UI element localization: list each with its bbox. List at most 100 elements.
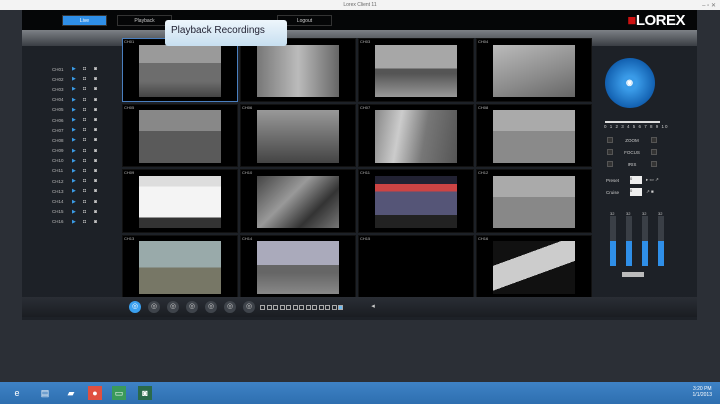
layout-icon[interactable] — [305, 305, 311, 310]
image-adjust-slider[interactable] — [658, 216, 664, 266]
iris-open-button[interactable] — [651, 161, 657, 167]
image-adjust-slider[interactable] — [610, 216, 616, 266]
volume-icon[interactable]: ◂ — [367, 301, 379, 313]
ie-icon[interactable]: e — [10, 386, 24, 400]
camera-tile[interactable]: CH15 — [358, 234, 474, 298]
record-icon[interactable]: ◘ — [83, 168, 94, 174]
play-icon[interactable]: ▶ — [72, 66, 83, 72]
camera-tile[interactable]: CH16 — [476, 234, 592, 298]
channel-list-item[interactable]: CH16 ▶ ◘ ◙ — [52, 217, 105, 227]
play-icon[interactable]: ▶ — [72, 127, 83, 133]
camera-tile[interactable]: CH01 — [122, 38, 238, 102]
record-icon[interactable]: ◘ — [83, 86, 94, 92]
snapshot-icon[interactable]: ◙ — [94, 117, 105, 123]
camera-tile[interactable]: CH09 — [122, 169, 238, 233]
snapshot-icon[interactable]: ◙ — [94, 107, 105, 113]
ptz-center-icon[interactable]: ◉ — [626, 78, 633, 87]
preset-input[interactable]: 0 — [630, 176, 642, 184]
app-icon[interactable]: ▭ — [112, 386, 126, 400]
record-icon[interactable]: ◘ — [83, 188, 94, 194]
layout-icon[interactable] — [331, 305, 337, 310]
camera-tile[interactable]: CH11 — [358, 169, 474, 233]
record-icon[interactable]: ◘ — [83, 137, 94, 143]
play-icon[interactable]: ▶ — [72, 199, 83, 205]
record-icon[interactable]: ◘ — [83, 199, 94, 205]
store-icon[interactable]: ▰ — [64, 386, 78, 400]
play-icon[interactable]: ▶ — [72, 158, 83, 164]
play-icon[interactable]: ▶ — [72, 117, 83, 123]
play-icon[interactable]: ▶ — [72, 86, 83, 92]
layout-icon[interactable] — [338, 305, 343, 310]
image-adjust-slider[interactable] — [626, 216, 632, 266]
play-icon[interactable]: ▶ — [72, 148, 83, 154]
snapshot-icon[interactable]: ◙ — [94, 209, 105, 215]
snapshot-icon[interactable]: ◙ — [94, 86, 105, 92]
channel-list-item[interactable]: CH06 ▶ ◘ ◙ — [52, 115, 105, 125]
camera-tile[interactable]: CH12 — [476, 169, 592, 233]
camera-tile[interactable]: CH08 — [476, 103, 592, 167]
zoom-out-button[interactable] — [607, 137, 613, 143]
record-icon[interactable]: ◘ — [83, 219, 94, 225]
sequence-icon[interactable]: ◎ — [186, 301, 198, 313]
channel-list-item[interactable]: CH01 ▶ ◘ ◙ — [52, 64, 105, 74]
record-all-icon[interactable]: ◎ — [148, 301, 160, 313]
record-icon[interactable]: ◘ — [83, 127, 94, 133]
layout-icon[interactable] — [286, 305, 291, 310]
cruise-input[interactable]: 0 — [630, 188, 642, 196]
channel-list-item[interactable]: CH12 ▶ ◘ ◙ — [52, 176, 105, 186]
channel-list-item[interactable]: CH13 ▶ ◘ ◙ — [52, 186, 105, 196]
snapshot-icon[interactable]: ◙ — [94, 199, 105, 205]
channel-list-item[interactable]: CH07 ▶ ◘ ◙ — [52, 125, 105, 135]
record-icon[interactable]: ◘ — [83, 148, 94, 154]
play-icon[interactable]: ▶ — [72, 209, 83, 215]
snapshot-icon[interactable]: ◙ — [94, 76, 105, 82]
lorex-client-taskbar-icon[interactable]: ◙ — [138, 386, 152, 400]
snapshot-icon[interactable]: ◙ — [94, 97, 105, 103]
channel-list-item[interactable]: CH15 ▶ ◘ ◙ — [52, 207, 105, 217]
layout-icon[interactable] — [318, 305, 324, 310]
play-icon[interactable]: ▶ — [72, 168, 83, 174]
snapshot-icon[interactable]: ◙ — [94, 219, 105, 225]
record-icon[interactable]: ◘ — [83, 209, 94, 215]
camera-tile[interactable]: CH13 — [122, 234, 238, 298]
snapshot-icon[interactable]: ◙ — [94, 158, 105, 164]
layout-icon[interactable] — [325, 305, 330, 310]
snapshot-icon[interactable]: ◙ — [94, 137, 105, 143]
channel-list-item[interactable]: CH05 ▶ ◘ ◙ — [52, 105, 105, 115]
channel-list-item[interactable]: CH03 ▶ ◘ ◙ — [52, 84, 105, 94]
snapshot-icon[interactable]: ◎ — [205, 301, 217, 313]
play-icon[interactable]: ▶ — [72, 178, 83, 184]
snapshot-icon[interactable]: ◙ — [94, 127, 105, 133]
zoom-icon[interactable]: ◎ — [224, 301, 236, 313]
zoom-in-button[interactable] — [651, 137, 657, 143]
channel-list-item[interactable]: CH02 ▶ ◘ ◙ — [52, 74, 105, 84]
ptz-speed-slider[interactable] — [605, 121, 660, 123]
channel-list-item[interactable]: CH09 ▶ ◘ ◙ — [52, 146, 105, 156]
app-icon[interactable]: ● — [88, 386, 102, 400]
play-icon[interactable]: ▶ — [72, 188, 83, 194]
play-icon[interactable]: ▶ — [72, 107, 83, 113]
file-explorer-icon[interactable]: ▤ — [38, 386, 52, 400]
layout-icon[interactable] — [266, 305, 272, 310]
layout-icon[interactable] — [279, 305, 285, 310]
default-button[interactable] — [622, 272, 644, 277]
camera-tile[interactable]: CH14 — [240, 234, 356, 298]
clock[interactable]: 3:20 PM 1/1/2013 — [693, 386, 712, 398]
tab-live[interactable]: Live — [62, 15, 107, 26]
snapshot-icon[interactable]: ◙ — [94, 178, 105, 184]
play-icon[interactable]: ▶ — [72, 76, 83, 82]
play-icon[interactable]: ▶ — [72, 137, 83, 143]
record-icon[interactable]: ◘ — [83, 97, 94, 103]
camera-tile[interactable]: CH07 — [358, 103, 474, 167]
camera-tile[interactable]: CH03 — [358, 38, 474, 102]
layout-icon[interactable] — [299, 305, 304, 310]
channel-list-item[interactable]: CH04 ▶ ◘ ◙ — [52, 95, 105, 105]
channel-list-item[interactable]: CH11 ▶ ◘ ◙ — [52, 166, 105, 176]
image-adjust-slider[interactable] — [642, 216, 648, 266]
record-icon[interactable]: ◘ — [83, 66, 94, 72]
layout-icon[interactable] — [260, 305, 265, 310]
play-icon[interactable]: ▶ — [72, 97, 83, 103]
camera-tile[interactable]: CH05 — [122, 103, 238, 167]
preset-go-icon[interactable]: ▸ ▭ ↗ — [646, 177, 659, 183]
record-icon[interactable]: ◘ — [83, 76, 94, 82]
